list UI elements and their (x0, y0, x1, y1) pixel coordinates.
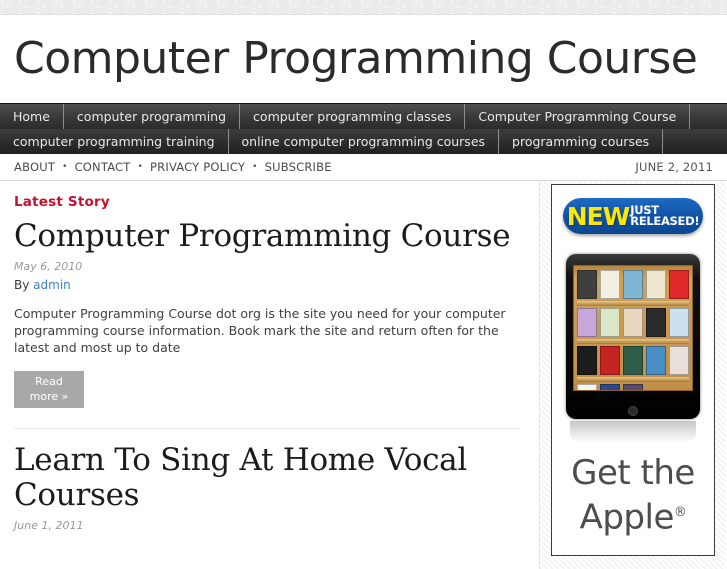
ad-tagline-line2-wrap: Apple® (552, 493, 714, 537)
content-wrapper: Latest Story Computer Programming Course… (0, 181, 727, 569)
book-cover (623, 308, 643, 337)
book-cover (669, 346, 689, 375)
current-date: JUNE 2, 2011 (635, 160, 713, 174)
nav-row-secondary-filler (663, 129, 727, 154)
book-cover (577, 308, 597, 337)
top-texture-band (0, 0, 727, 15)
utility-bar: ABOUT • CONTACT • PRIVACY POLICY • SUBSC… (0, 154, 727, 181)
bookshelf-row (577, 346, 689, 376)
post-date: May 6, 2010 (14, 260, 83, 273)
bookshelf-row (577, 384, 689, 390)
nav-item-computer-programming[interactable]: computer programming (64, 104, 241, 129)
bullet-separator-icon: • (62, 162, 68, 172)
byline-label: By (14, 278, 30, 292)
post-item: Learn To Sing At Home Vocal Courses June… (14, 442, 519, 532)
page-container: Computer Programming Course Home compute… (0, 15, 727, 569)
read-more-line-1: Read (35, 375, 63, 388)
latest-story-kicker: Latest Story (14, 194, 110, 210)
book-cover (577, 384, 597, 390)
nav-item-computer-programming-classes[interactable]: computer programming classes (240, 104, 466, 129)
book-cover (623, 346, 643, 375)
utility-links: ABOUT • CONTACT • PRIVACY POLICY • SUBSC… (14, 160, 332, 174)
read-more-line-2: more » (29, 390, 69, 403)
home-button-icon (628, 406, 638, 416)
sidebar: NEW JUST RELEASED! Get the Apple® (540, 181, 726, 569)
nav-item-online-computer-programming-courses[interactable]: online computer programming courses (229, 129, 500, 154)
utility-link-contact[interactable]: CONTACT (75, 160, 131, 174)
ad-tagline-line2: Apple (579, 497, 675, 538)
site-header: Computer Programming Course (0, 15, 727, 103)
device-reflection (570, 421, 696, 443)
nav-item-computer-programming-course[interactable]: Computer Programming Course (465, 104, 691, 129)
post-divider (14, 427, 519, 429)
shelf-board (577, 339, 689, 344)
book-cover (623, 384, 643, 390)
ad-tagline-line1: Get the (571, 453, 695, 493)
book-cover (646, 308, 666, 337)
nav-item-computer-programming-training[interactable]: computer programming training (0, 129, 229, 154)
book-cover (669, 308, 689, 337)
bookshelf-row (577, 308, 689, 338)
book-slot-empty (646, 384, 666, 390)
badge-just-released-text: JUST RELEASED! (630, 204, 700, 228)
book-cover (600, 270, 620, 299)
new-just-released-badge: NEW JUST RELEASED! (563, 198, 703, 234)
nav-row-primary-filler (690, 104, 727, 129)
bookshelf-graphic (573, 265, 693, 391)
registered-trademark-icon: ® (673, 505, 687, 520)
shelf-board (577, 301, 689, 306)
main-navigation: Home computer programming computer progr… (0, 103, 727, 154)
utility-link-about[interactable]: ABOUT (14, 160, 55, 174)
ad-tagline: Get the Apple® (552, 453, 714, 537)
post-excerpt: Computer Programming Course dot org is t… (14, 306, 506, 355)
bullet-separator-icon: • (137, 162, 144, 172)
bullet-separator-icon: • (252, 162, 258, 172)
post-title[interactable]: Computer Programming Course (14, 219, 519, 254)
book-cover (600, 308, 620, 337)
main-column: Latest Story Computer Programming Course… (0, 181, 540, 569)
book-cover (646, 346, 666, 375)
tablet-illustration-wrap (566, 254, 700, 443)
tablet-device-icon (566, 254, 700, 419)
book-cover (669, 270, 689, 299)
advertisement-banner[interactable]: NEW JUST RELEASED! Get the Apple® (551, 184, 715, 556)
nav-row-secondary: computer programming training online com… (0, 129, 727, 154)
utility-link-privacy-policy[interactable]: PRIVACY POLICY (150, 160, 245, 174)
nav-row-primary: Home computer programming computer progr… (0, 104, 727, 129)
site-title: Computer Programming Course (14, 33, 698, 84)
post-date: June 1, 2011 (14, 518, 84, 532)
book-cover (577, 270, 597, 299)
badge-released-text: RELEASED! (630, 214, 700, 228)
badge-new-text: NEW (566, 201, 631, 231)
post-item: Computer Programming Course May 6, 2010 … (14, 219, 519, 408)
read-more-button[interactable]: Read more » (14, 370, 84, 408)
book-cover (600, 384, 620, 390)
post-byline: By admin (14, 278, 519, 292)
book-slot-empty (669, 384, 689, 390)
nav-item-home[interactable]: Home (0, 104, 64, 129)
nav-item-programming-courses[interactable]: programming courses (499, 129, 664, 154)
utility-link-subscribe[interactable]: SUBSCRIBE (265, 160, 332, 174)
book-cover (623, 270, 643, 299)
bookshelf-row (577, 270, 689, 300)
post-title[interactable]: Learn To Sing At Home Vocal Courses (14, 442, 519, 513)
shelf-board (577, 377, 689, 382)
book-cover (646, 270, 666, 299)
book-cover (600, 346, 620, 375)
book-cover (577, 346, 597, 375)
post-author-link[interactable]: admin (33, 278, 71, 292)
